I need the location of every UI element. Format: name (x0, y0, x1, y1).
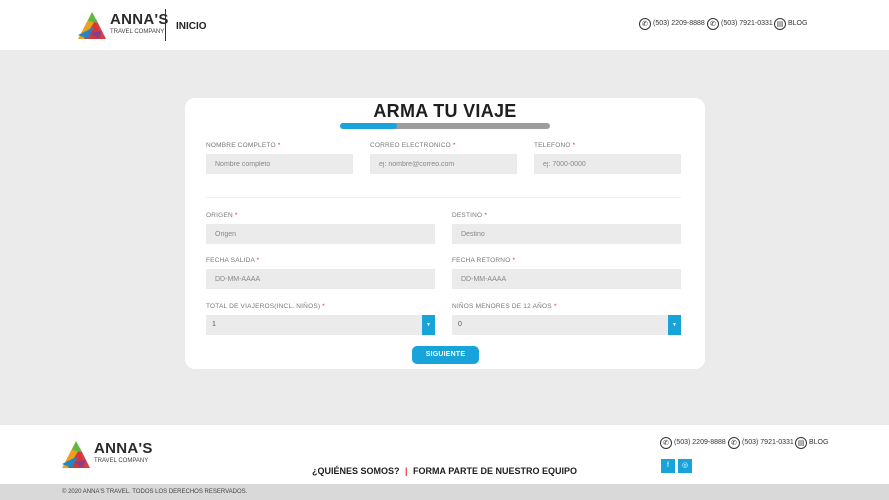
footer-logo-name: ANNA'S (94, 440, 153, 457)
trip-form-card: ARMA TU VIAJE NOMBRE COMPLETO * CORREO E… (185, 98, 705, 369)
telefono-label: TELEFONO * (534, 142, 576, 149)
nombre-input[interactable] (206, 154, 353, 174)
footer-phone-2-text: (503) 7921-0331 (742, 439, 794, 446)
header-phone-2-text: (503) 7921-0331 (721, 20, 773, 27)
brand-logo[interactable]: ANNA'S TRAVEL COMPANY (78, 9, 168, 41)
logo-name: ANNA'S (110, 11, 169, 28)
whatsapp-icon: ✆ (728, 436, 740, 449)
form-divider (206, 197, 681, 198)
nav-inicio[interactable]: INICIO (176, 21, 207, 32)
header-blog-link[interactable]: ▤ BLOG (774, 17, 807, 30)
blog-icon: ▤ (774, 17, 786, 30)
viajeros-select[interactable]: 1 ▼ (206, 315, 435, 335)
correo-label: CORREO ELECTRONICO * (370, 142, 456, 149)
origen-input[interactable] (206, 224, 435, 244)
form-progress-fill (340, 123, 397, 129)
footer-phone-1[interactable]: ✆ (503) 2209-8888 (660, 436, 726, 449)
origen-label: ORIGEN * (206, 212, 238, 219)
telefono-input[interactable] (534, 154, 681, 174)
chevron-down-icon[interactable]: ▼ (422, 315, 435, 335)
destino-label: DESTINO * (452, 212, 488, 219)
header-phone-1[interactable]: ✆ (503) 2209-8888 (639, 17, 705, 30)
footer-links: ¿QUIÉNES SOMOS? | FORMA PARTE DE NUESTRO… (0, 466, 889, 476)
retorno-input[interactable] (452, 269, 681, 289)
header-blog-text: BLOG (788, 20, 808, 27)
phone-icon: ✆ (660, 436, 672, 449)
whatsapp-icon: ✆ (707, 17, 719, 30)
ninos-select-value: 0 (458, 321, 462, 328)
instagram-icon[interactable]: ◎ (678, 459, 692, 473)
footer-logo-subtitle: TRAVEL COMPANY (94, 458, 149, 464)
salida-label: FECHA SALIDA * (206, 257, 260, 264)
quienes-somos-link[interactable]: ¿QUIÉNES SOMOS? (312, 466, 400, 476)
form-title: ARMA TU VIAJE (373, 101, 517, 121)
phone-icon: ✆ (639, 17, 651, 30)
ninos-select[interactable]: 0 ▼ (452, 315, 681, 335)
footer-blog-text: BLOG (809, 439, 829, 446)
destino-input[interactable] (452, 224, 681, 244)
chevron-down-icon[interactable]: ▼ (668, 315, 681, 335)
footer-phone-1-text: (503) 2209-8888 (674, 439, 726, 446)
retorno-label: FECHA RETORNO * (452, 257, 516, 264)
siguiente-button[interactable]: SIGUIENTE (412, 346, 479, 364)
facebook-icon[interactable]: f (661, 459, 675, 473)
footer-link-separator: | (404, 466, 408, 476)
site-footer: ANNA'S TRAVEL COMPANY ✆ (503) 2209-8888 … (0, 425, 889, 484)
footer-whatsapp[interactable]: ✆ (503) 7921-0331 (728, 436, 794, 449)
copyright-text: © 2020 ANNA'S TRAVEL. TODOS LOS DERECHOS… (0, 484, 889, 500)
footer-blog-link[interactable]: ▤ BLOG (795, 436, 828, 449)
logo-subtitle: TRAVEL COMPANY (110, 29, 165, 35)
ninos-label: NIÑOS MENORES DE 12 AÑOS * (452, 303, 557, 310)
site-header: ANNA'S TRAVEL COMPANY INICIO ✆ (503) 220… (0, 0, 889, 50)
header-whatsapp[interactable]: ✆ (503) 7921-0331 (707, 17, 773, 30)
header-divider (165, 9, 166, 41)
correo-input[interactable] (370, 154, 517, 174)
salida-input[interactable] (206, 269, 435, 289)
viajeros-select-value: 1 (212, 321, 216, 328)
nombre-label: NOMBRE COMPLETO * (206, 142, 281, 149)
form-progress-bar (340, 123, 550, 129)
blog-icon: ▤ (795, 436, 807, 449)
logo-triangle-icon (78, 12, 106, 39)
forma-parte-link[interactable]: FORMA PARTE DE NUESTRO EQUIPO (413, 466, 577, 476)
viajeros-label: TOTAL DE VIAJEROS(INCL. NIÑOS) * (206, 303, 325, 310)
header-phone-1-text: (503) 2209-8888 (653, 20, 705, 27)
